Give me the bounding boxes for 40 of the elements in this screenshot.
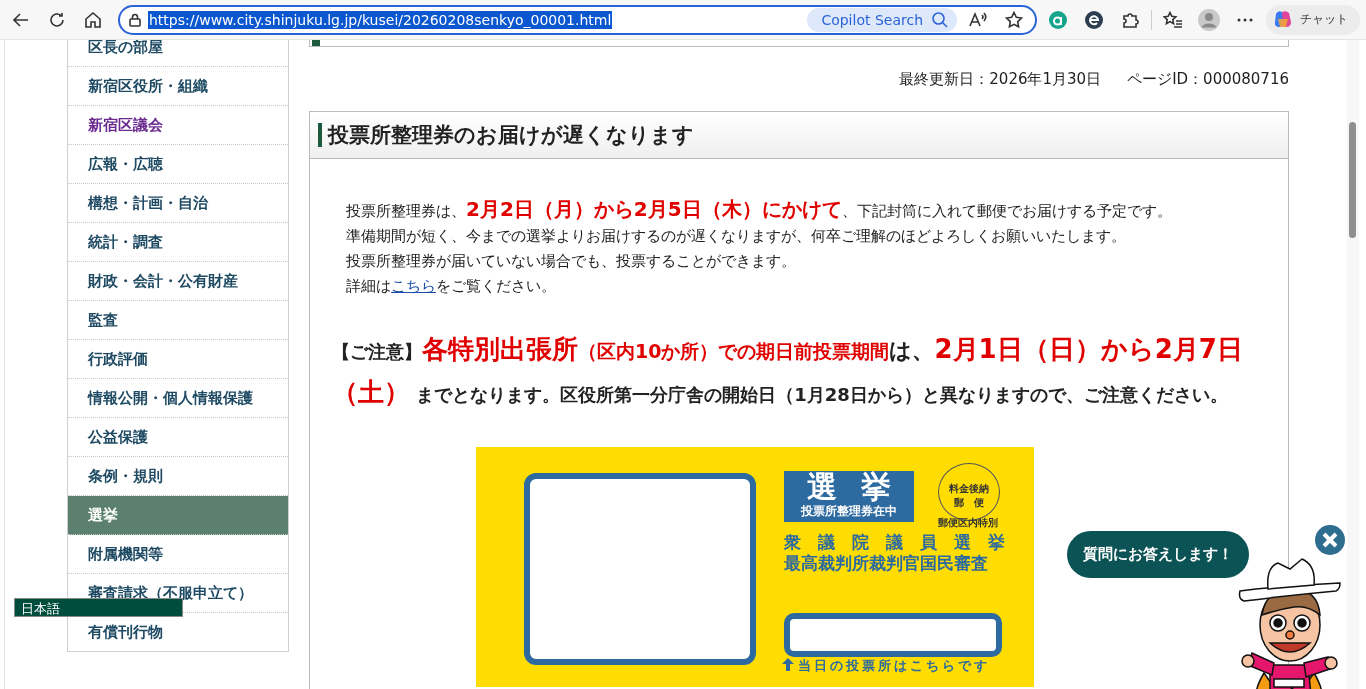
- search-icon: [931, 10, 949, 29]
- address-bar[interactable]: https://www.city.shinjuku.lg.jp/kusei/20260208senkyo_00001.html Copilot Search: [118, 4, 1037, 35]
- up-arrow-icon: [782, 658, 794, 674]
- sidebar-link[interactable]: 広報・広聴: [68, 145, 288, 184]
- copilot-search-button[interactable]: Copilot Search: [807, 7, 957, 32]
- postage-text: 料金後納: [948, 482, 990, 496]
- scrollbar-thumb[interactable]: [1349, 122, 1356, 238]
- language-menu[interactable]: 日本語: [14, 598, 183, 617]
- election-name: 衆 議 院 議 員 選 挙: [784, 532, 1005, 552]
- url-text: https://www.city.shinjuku.lg.jp/kusei/20260208senkyo_00001.html: [148, 10, 613, 29]
- sidebar-link[interactable]: 附属機関等: [68, 535, 288, 574]
- sidebar-link[interactable]: 新宿区議会: [68, 106, 288, 145]
- sidebar-link[interactable]: 統計・調査: [68, 223, 288, 262]
- sidebar-link[interactable]: 監査: [68, 301, 288, 340]
- body-paragraph: 詳細は こちら をご覧ください。: [346, 277, 557, 296]
- election-name: 最高裁判所裁判官国民審査: [784, 553, 988, 573]
- enclosure-text: 投票所整理券在中: [800, 503, 898, 519]
- sidebar-link[interactable]: 財政・会計・公有財産: [68, 262, 288, 301]
- sidebar-link[interactable]: 構想・計画・自治: [68, 184, 288, 223]
- sidebar-link[interactable]: 選挙: [68, 496, 288, 535]
- lock-icon: [128, 12, 142, 27]
- sidebar-link[interactable]: 行政評価: [68, 340, 288, 379]
- mascot-drawing[interactable]: [1238, 555, 1342, 689]
- last-updated-date: 最終更新日：2026年1月30日: [899, 70, 1102, 89]
- postage-text: 郵 便: [953, 496, 985, 510]
- body-paragraph: 準備期間が短く、今までの選挙よりお届けするのが遅くなりますが、何卒ご理解のほどよろしくお願いいたします。: [346, 227, 1127, 246]
- sidebar-link[interactable]: 情報公開・個人情報保護: [68, 379, 288, 418]
- sidebar-link[interactable]: 公益保護: [68, 418, 288, 457]
- address-caption: 当日の投票所はこちらです: [798, 657, 990, 675]
- page-title: 投票所整理券のお届けが遅くなります: [328, 122, 694, 149]
- chat-button[interactable]: チャット: [1266, 4, 1360, 35]
- body-paragraph: 投票所整理券は、2月2日（月）から2月5日（木）にかけて、下記封筒に入れて郵便でお届けする予定です。: [346, 197, 1173, 223]
- page-id: ページID：000080716: [1127, 70, 1289, 89]
- sidebar-link[interactable]: 新宿区役所・組織: [68, 67, 288, 106]
- notice-paragraph: 【ご注意】各特別出張所（区内10か所）での期日前投票期間は、2月1日（日）から2月7日（土） までとなります。区役所第一分庁舎の開始日（1月28日から）と異なりますので、ご注意ください。: [332, 333, 1244, 409]
- election-title: 選挙: [806, 471, 916, 503]
- details-link[interactable]: こちら: [391, 278, 436, 294]
- postal-note: 郵便区内特別: [938, 517, 998, 529]
- chat-speech-bubble[interactable]: 質問にお答えします！: [1067, 531, 1249, 578]
- body-paragraph: 投票所整理券が届いていない場合でも、投票することができます。: [346, 252, 797, 271]
